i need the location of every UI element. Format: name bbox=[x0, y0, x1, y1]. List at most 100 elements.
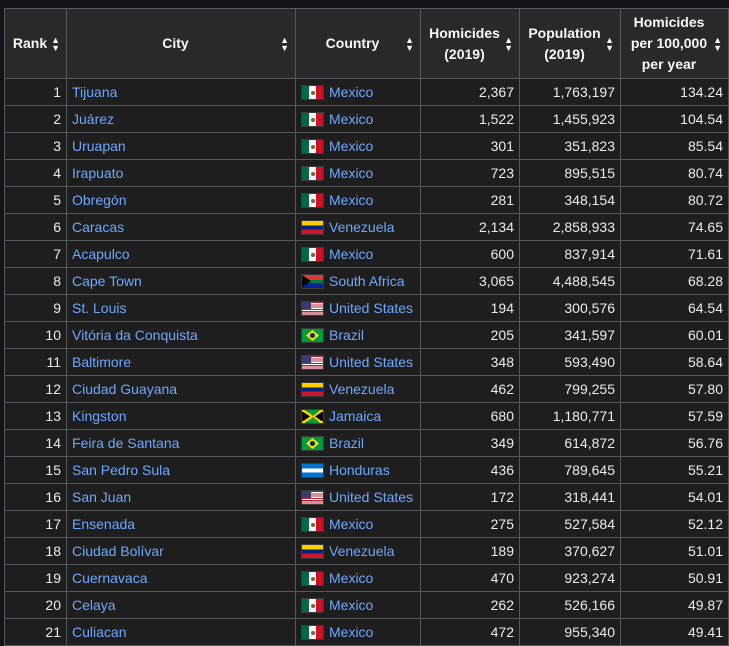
city-link[interactable]: Ensenada bbox=[66, 510, 296, 538]
country-link[interactable]: Brazil bbox=[329, 327, 364, 343]
flag-honduras-icon bbox=[301, 463, 324, 478]
country-cell: Mexico bbox=[295, 105, 421, 133]
population-cell: 837,914 bbox=[519, 240, 621, 268]
country-link[interactable]: South Africa bbox=[329, 273, 405, 289]
country-link[interactable]: United States bbox=[329, 300, 413, 316]
homicide-rate-table: Rank ▲ ▼ City ▲ ▼ Country ▲ ▼ Homicides (20… bbox=[4, 8, 729, 646]
sort-icon[interactable]: ▲ ▼ bbox=[51, 35, 60, 52]
city-link[interactable]: Acapulco bbox=[66, 240, 296, 268]
country-cell: Honduras bbox=[295, 456, 421, 484]
city-link[interactable]: Juárez bbox=[66, 105, 296, 133]
sort-icon[interactable]: ▲ ▼ bbox=[280, 35, 289, 52]
city-link[interactable]: Ciudad Bolívar bbox=[66, 537, 296, 565]
country-link[interactable]: Mexico bbox=[329, 192, 373, 208]
sort-icon[interactable]: ▲ ▼ bbox=[605, 35, 614, 52]
city-link[interactable]: Ciudad Guayana bbox=[66, 375, 296, 403]
homicides-cell: 436 bbox=[420, 456, 520, 484]
rank-cell: 13 bbox=[4, 402, 67, 430]
header-row: Rank ▲ ▼ City ▲ ▼ Country ▲ ▼ Homicides (20… bbox=[4, 8, 729, 79]
sort-icon[interactable]: ▲ ▼ bbox=[713, 35, 722, 52]
country-link[interactable]: Mexico bbox=[329, 597, 373, 613]
country-link[interactable]: Jamaica bbox=[329, 408, 381, 424]
table-row: 16 San Juan United States 172 318,441 54.01 bbox=[4, 483, 729, 511]
country-link[interactable]: Mexico bbox=[329, 570, 373, 586]
table-row: 20 Celaya Mexico 262 526,166 49.87 bbox=[4, 591, 729, 619]
column-header-rank[interactable]: Rank ▲ ▼ bbox=[4, 8, 67, 79]
country-link[interactable]: Brazil bbox=[329, 435, 364, 451]
rank-cell: 11 bbox=[4, 348, 67, 376]
homicides-cell: 462 bbox=[420, 375, 520, 403]
country-link[interactable]: Venezuela bbox=[329, 543, 394, 559]
rate-cell: 58.64 bbox=[620, 348, 729, 376]
rate-cell: 56.76 bbox=[620, 429, 729, 457]
country-link[interactable]: Mexico bbox=[329, 516, 373, 532]
city-link[interactable]: Caracas bbox=[66, 213, 296, 241]
rank-cell: 18 bbox=[4, 537, 67, 565]
country-link[interactable]: Mexico bbox=[329, 246, 373, 262]
country-link[interactable]: Mexico bbox=[329, 165, 373, 181]
city-link[interactable]: Uruapan bbox=[66, 132, 296, 160]
homicides-cell: 600 bbox=[420, 240, 520, 268]
population-cell: 799,255 bbox=[519, 375, 621, 403]
rate-cell: 57.80 bbox=[620, 375, 729, 403]
city-link[interactable]: St. Louis bbox=[66, 294, 296, 322]
city-link[interactable]: Irapuato bbox=[66, 159, 296, 187]
table-row: 11 Baltimore United States 348 593,490 58.64 bbox=[4, 348, 729, 376]
column-header-population[interactable]: Population (2019) ▲ ▼ bbox=[519, 8, 621, 79]
column-header-city[interactable]: City ▲ ▼ bbox=[66, 8, 296, 79]
rank-cell: 20 bbox=[4, 591, 67, 619]
city-link[interactable]: Celaya bbox=[66, 591, 296, 619]
country-link[interactable]: Venezuela bbox=[329, 219, 394, 235]
rank-cell: 10 bbox=[4, 321, 67, 349]
flag-mexico-icon bbox=[301, 85, 324, 100]
city-link[interactable]: Cuernavaca bbox=[66, 564, 296, 592]
country-link[interactable]: United States bbox=[329, 489, 413, 505]
city-link[interactable]: Cape Town bbox=[66, 267, 296, 295]
city-link[interactable]: Tijuana bbox=[66, 78, 296, 106]
table-row: 2 Juárez Mexico 1,522 1,455,923 104.54 bbox=[4, 105, 729, 133]
city-link[interactable]: Baltimore bbox=[66, 348, 296, 376]
column-header-country[interactable]: Country ▲ ▼ bbox=[295, 8, 421, 79]
country-link[interactable]: Mexico bbox=[329, 111, 373, 127]
sort-icon[interactable]: ▲ ▼ bbox=[405, 35, 414, 52]
column-header-homicides[interactable]: Homicides (2019) ▲ ▼ bbox=[420, 8, 520, 79]
country-link[interactable]: Venezuela bbox=[329, 381, 394, 397]
city-link[interactable]: San Pedro Sula bbox=[66, 456, 296, 484]
country-link[interactable]: Mexico bbox=[329, 624, 373, 640]
city-link[interactable]: San Juan bbox=[66, 483, 296, 511]
country-link[interactable]: Mexico bbox=[329, 84, 373, 100]
flag-united-states-icon bbox=[301, 301, 324, 316]
homicides-cell: 680 bbox=[420, 402, 520, 430]
country-cell: South Africa bbox=[295, 267, 421, 295]
sort-icon[interactable]: ▲ ▼ bbox=[504, 35, 513, 52]
table-row: 6 Caracas Venezuela 2,134 2,858,933 74.65 bbox=[4, 213, 729, 241]
rate-cell: 71.61 bbox=[620, 240, 729, 268]
city-link[interactable]: Culiacan bbox=[66, 618, 296, 646]
homicides-cell: 301 bbox=[420, 132, 520, 160]
country-link[interactable]: United States bbox=[329, 354, 413, 370]
homicides-cell: 189 bbox=[420, 537, 520, 565]
rank-cell: 16 bbox=[4, 483, 67, 511]
rank-cell: 14 bbox=[4, 429, 67, 457]
homicides-cell: 172 bbox=[420, 483, 520, 511]
flag-mexico-icon bbox=[301, 571, 324, 586]
country-link[interactable]: Mexico bbox=[329, 138, 373, 154]
table-row: 1 Tijuana Mexico 2,367 1,763,197 134.24 bbox=[4, 78, 729, 106]
city-link[interactable]: Feira de Santana bbox=[66, 429, 296, 457]
homicides-cell: 349 bbox=[420, 429, 520, 457]
column-header-rate[interactable]: Homicides per 100,000 per year ▲ ▼ bbox=[620, 8, 729, 79]
population-cell: 955,340 bbox=[519, 618, 621, 646]
flag-mexico-icon bbox=[301, 598, 324, 613]
flag-brazil-icon bbox=[301, 328, 324, 343]
rate-cell: 80.74 bbox=[620, 159, 729, 187]
city-link[interactable]: Vitória da Conquista bbox=[66, 321, 296, 349]
city-link[interactable]: Obregón bbox=[66, 186, 296, 214]
population-cell: 1,763,197 bbox=[519, 78, 621, 106]
population-cell: 370,627 bbox=[519, 537, 621, 565]
flag-venezuela-icon bbox=[301, 382, 324, 397]
rank-cell: 6 bbox=[4, 213, 67, 241]
population-cell: 348,154 bbox=[519, 186, 621, 214]
country-link[interactable]: Honduras bbox=[329, 462, 390, 478]
rank-cell: 9 bbox=[4, 294, 67, 322]
city-link[interactable]: Kingston bbox=[66, 402, 296, 430]
